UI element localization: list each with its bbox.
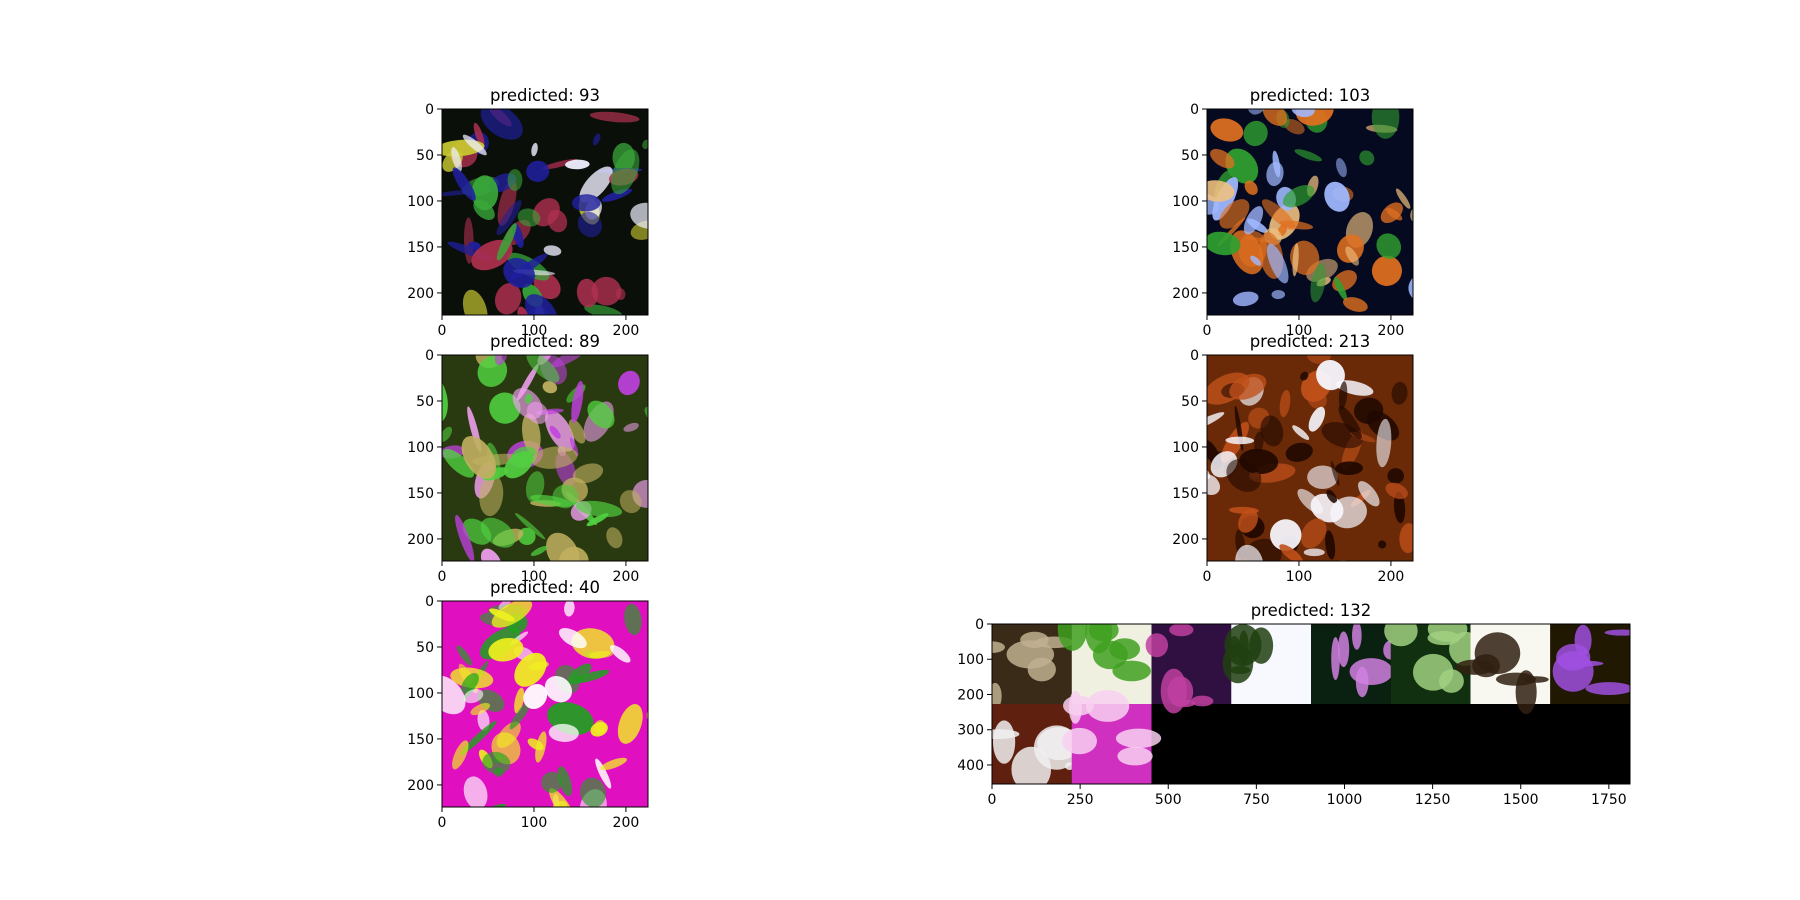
y-tick-label: 400 [957, 758, 984, 774]
y-tick-label: 100 [1172, 194, 1199, 210]
y-tick-label: 150 [407, 486, 434, 502]
x-tick-label: 1500 [1503, 792, 1539, 808]
image-content [992, 624, 1630, 784]
image-content [442, 109, 648, 315]
subplot-title: predicted: 213 [1250, 332, 1371, 351]
x-tick-label: 750 [1243, 792, 1270, 808]
x-tick-label: 200 [1378, 569, 1405, 585]
y-tick-label: 200 [407, 532, 434, 548]
x-tick-label: 100 [1286, 569, 1313, 585]
x-tick-label: 0 [438, 569, 447, 585]
y-tick-label: 300 [957, 723, 984, 739]
subplot-title: predicted: 132 [1251, 601, 1372, 620]
x-tick-label: 0 [438, 323, 447, 339]
y-tick-label: 50 [416, 640, 434, 656]
y-tick-label: 150 [407, 732, 434, 748]
x-tick-label: 1000 [1327, 792, 1363, 808]
x-tick-label: 500 [1155, 792, 1182, 808]
x-tick-label: 0 [1203, 569, 1212, 585]
y-tick-label: 100 [407, 686, 434, 702]
x-tick-label: 100 [521, 815, 548, 831]
x-tick-label: 1250 [1415, 792, 1451, 808]
x-tick-label: 200 [613, 569, 640, 585]
y-tick-label: 0 [1190, 102, 1199, 118]
subplot-2: predicted: 1030 100 200050100150200 [1172, 86, 1414, 339]
y-tick-label: 200 [407, 778, 434, 794]
y-tick-label: 0 [425, 348, 434, 364]
x-tick-label: 0 [438, 815, 447, 831]
subplot-4: predicted: 213 0 100 200 0 50 100 150 200 [1172, 332, 1414, 585]
subplot-title: predicted: 40 [490, 578, 600, 597]
y-tick-label: 0 [425, 594, 434, 610]
y-tick-label: 50 [1181, 394, 1199, 410]
y-tick-label: 200 [1172, 532, 1199, 548]
subplot-6: predicted: 1320 250 500 750 1000 1250 1500 1750… [957, 601, 1631, 808]
x-tick-label: 0 [988, 792, 997, 808]
y-tick-label: 150 [1172, 486, 1199, 502]
y-tick-label: 0 [975, 617, 984, 633]
x-tick-label: 200 [613, 323, 640, 339]
x-tick-label: 200 [1378, 323, 1405, 339]
subplot-title: predicted: 93 [490, 86, 600, 105]
y-tick-label: 200 [1172, 286, 1199, 302]
subplot-title: predicted: 103 [1250, 86, 1371, 105]
image-content [1207, 355, 1413, 561]
y-tick-label: 50 [416, 148, 434, 164]
y-tick-label: 100 [957, 652, 984, 668]
y-tick-label: 200 [407, 286, 434, 302]
y-tick-label: 200 [957, 687, 984, 703]
x-tick-label: 0 [1203, 323, 1212, 339]
x-tick-label: 1750 [1591, 792, 1627, 808]
y-tick-label: 0 [425, 102, 434, 118]
y-tick-label: 0 [1190, 348, 1199, 364]
x-tick-label: 200 [613, 815, 640, 831]
image-content [442, 355, 648, 561]
y-tick-label: 150 [1172, 240, 1199, 256]
x-tick-label: 250 [1067, 792, 1094, 808]
y-tick-label: 50 [416, 394, 434, 410]
subplot-3: predicted: 890 100 200050100150200 [407, 332, 649, 585]
y-tick-label: 50 [1181, 148, 1199, 164]
subplot-title: predicted: 89 [490, 332, 600, 351]
y-tick-label: 100 [1172, 440, 1199, 456]
figure: predicted: 930 100 200050100150200predicte… [407, 86, 1631, 831]
subplot-1: predicted: 930 100 200050100150200 [407, 86, 649, 339]
y-tick-label: 100 [407, 194, 434, 210]
subplot-5: predicted: 40 0 100 200 0 50 100 150 200 [407, 578, 649, 831]
y-tick-label: 100 [407, 440, 434, 456]
y-tick-label: 150 [407, 240, 434, 256]
